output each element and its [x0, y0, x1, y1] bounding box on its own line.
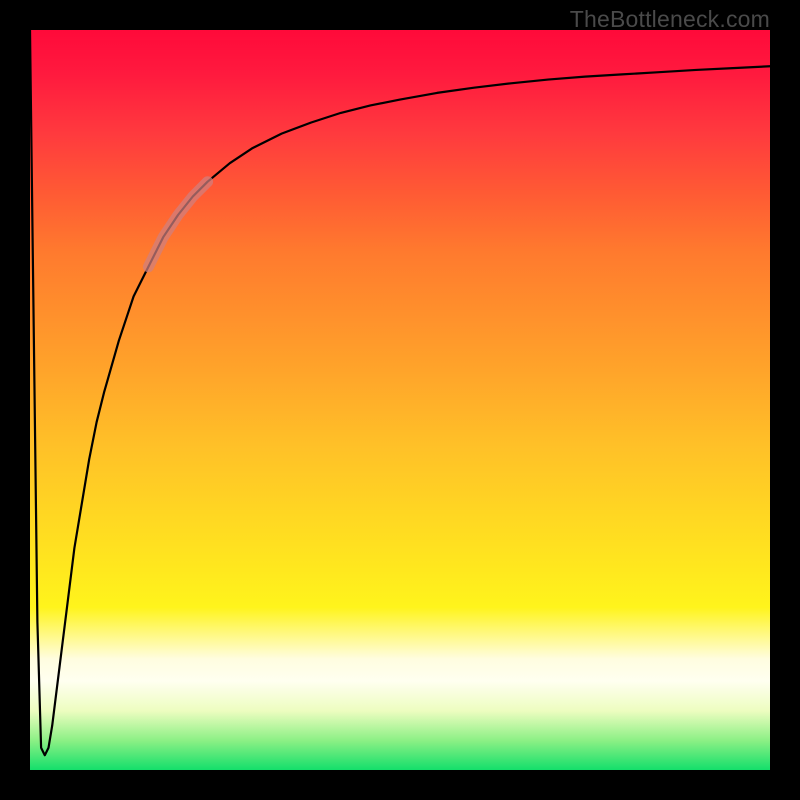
- watermark-text: TheBottleneck.com: [570, 6, 770, 33]
- chart-frame: TheBottleneck.com: [0, 0, 800, 800]
- bottleneck-curve: [30, 30, 770, 755]
- plot-area: [30, 30, 770, 770]
- curve-layer: [30, 30, 770, 770]
- highlight-segment: [148, 182, 207, 267]
